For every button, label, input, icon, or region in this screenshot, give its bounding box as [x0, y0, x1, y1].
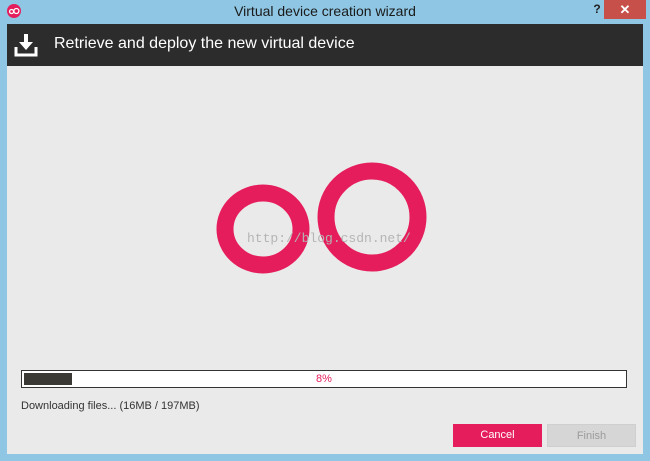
status-text: Downloading files... (16MB / 197MB) — [21, 400, 200, 412]
close-button[interactable]: ✕ — [604, 0, 646, 19]
download-progress-bar: 8% — [21, 370, 627, 388]
cancel-button[interactable]: Cancel — [453, 424, 542, 447]
watermark-text: http://blog.csdn.net/ — [247, 231, 411, 246]
wizard-window: Virtual device creation wizard ? ✕ Retri… — [0, 0, 650, 461]
oo-logo-icon — [216, 162, 427, 274]
progress-percent: 8% — [316, 373, 332, 385]
wizard-header: Retrieve and deploy the new virtual devi… — [7, 24, 643, 66]
finish-button[interactable]: Finish — [547, 424, 636, 447]
page-title: Retrieve and deploy the new virtual devi… — [54, 35, 355, 52]
title-bar[interactable]: Virtual device creation wizard ? ✕ — [0, 0, 650, 24]
wizard-content: Retrieve and deploy the new virtual devi… — [7, 24, 643, 454]
window-title: Virtual device creation wizard — [234, 3, 416, 19]
download-tray-icon — [14, 34, 38, 57]
